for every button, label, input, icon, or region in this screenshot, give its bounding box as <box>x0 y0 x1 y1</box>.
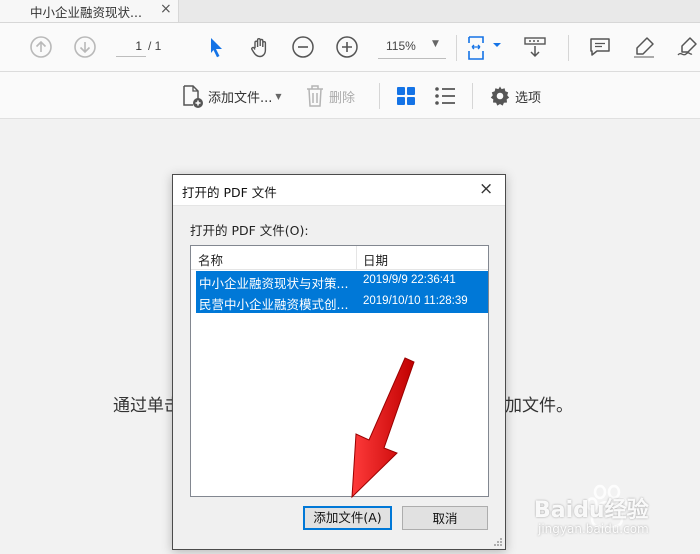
previous-page-button[interactable] <box>29 35 53 59</box>
chevron-down-icon: ▼ <box>432 39 439 49</box>
toolbar-divider <box>568 35 569 61</box>
next-page-button[interactable] <box>73 35 97 59</box>
gear-icon <box>490 86 510 106</box>
scroll-mode-button[interactable] <box>523 35 547 59</box>
tab-bar: 中小企业融资现状... × <box>0 0 700 23</box>
tab-title: 中小企业融资现状... <box>30 5 142 20</box>
zoom-in-button[interactable] <box>335 35 359 59</box>
file-name: 中小企业融资现状与对策... <box>199 276 349 291</box>
column-divider <box>356 246 357 269</box>
select-tool-button[interactable] <box>204 35 228 59</box>
hand-icon <box>251 38 267 58</box>
column-header-date[interactable]: 日期 <box>363 250 388 269</box>
page-display-button[interactable] <box>466 35 504 60</box>
resize-grip-icon[interactable] <box>493 537 503 547</box>
grid-view-icon <box>397 87 415 105</box>
comment-icon <box>590 38 610 56</box>
list-view-icon <box>435 87 455 105</box>
signature-pen-icon <box>677 37 697 56</box>
file-name: 民营中小企业融资模式创... <box>199 297 349 312</box>
zoom-out-button[interactable] <box>291 35 315 59</box>
watermark-url: jingyan.baidu.com <box>538 522 649 536</box>
dialog-title: 打开的 PDF 文件 <box>182 185 277 200</box>
comment-button[interactable] <box>588 35 612 59</box>
delete-label: 删除 <box>329 90 356 106</box>
column-header-name[interactable]: 名称 <box>198 250 223 269</box>
drop-hint-text: 通过单击 <box>113 396 181 416</box>
add-files-label: 添加文件... <box>208 90 273 106</box>
document-tab[interactable]: 中小企业融资现状... × <box>0 0 179 22</box>
zoom-value: 115% <box>386 39 416 53</box>
arrow-up-circle-icon <box>30 36 52 58</box>
list-header: 名称 日期 <box>191 246 488 270</box>
list-item[interactable]: 中小企业融资现状与对策... 2019/9/9 22:36:41 <box>196 271 488 292</box>
list-item[interactable]: 民营中小企业融资模式创... 2019/10/10 11:28:39 <box>196 292 488 313</box>
arrow-down-circle-icon <box>74 36 96 58</box>
highlighter-pen-icon <box>634 37 654 58</box>
close-icon[interactable]: × <box>479 180 493 198</box>
tab-close-icon[interactable]: × <box>160 1 172 17</box>
red-arrow-annotation <box>351 357 415 499</box>
fit-page-icon <box>468 36 501 60</box>
combine-toolbar: 添加文件... ▼ 删除 选项 <box>0 72 700 119</box>
file-date: 2019/9/9 22:36:41 <box>363 274 456 286</box>
cancel-button[interactable]: 取消 <box>402 506 488 530</box>
cursor-arrow-icon <box>211 38 222 58</box>
trash-icon <box>307 85 323 107</box>
dialog-title-bar: 打开的 PDF 文件 × <box>173 175 505 206</box>
baidu-watermark: Baidu经验 jingyan.baidu.com <box>528 478 700 550</box>
toolbar-divider <box>379 83 380 109</box>
minus-circle-icon <box>292 36 314 58</box>
sign-button[interactable] <box>676 35 700 59</box>
add-files-button[interactable]: 添加文件... ▼ <box>180 84 282 108</box>
delete-button[interactable]: 删除 <box>305 84 355 108</box>
scroll-down-icon <box>524 37 546 58</box>
drop-hint-text: 加文件。 <box>505 396 573 416</box>
zoom-select[interactable]: 115% ▼ <box>378 36 446 59</box>
add-file-icon <box>183 85 203 108</box>
open-files-label: 打开的 PDF 文件(O): <box>190 223 309 238</box>
toolbar-divider <box>472 83 473 109</box>
grid-view-button[interactable] <box>396 84 416 108</box>
chevron-down-icon: ▼ <box>275 91 282 101</box>
add-file-button[interactable]: 添加文件(A) <box>303 506 392 530</box>
list-view-button[interactable] <box>434 84 456 108</box>
hand-tool-button[interactable] <box>248 35 272 59</box>
main-toolbar: / 1 115% ▼ <box>0 23 700 72</box>
plus-circle-icon <box>336 36 358 58</box>
highlight-button[interactable] <box>632 35 656 59</box>
watermark-brand: Baidu经验 <box>534 498 649 523</box>
options-label: 选项 <box>515 90 542 106</box>
toolbar-divider <box>456 35 457 61</box>
page-number-input[interactable] <box>116 36 146 57</box>
page-total: / 1 <box>148 39 162 53</box>
file-date: 2019/10/10 11:28:39 <box>363 295 468 307</box>
options-button[interactable]: 选项 <box>489 84 541 108</box>
